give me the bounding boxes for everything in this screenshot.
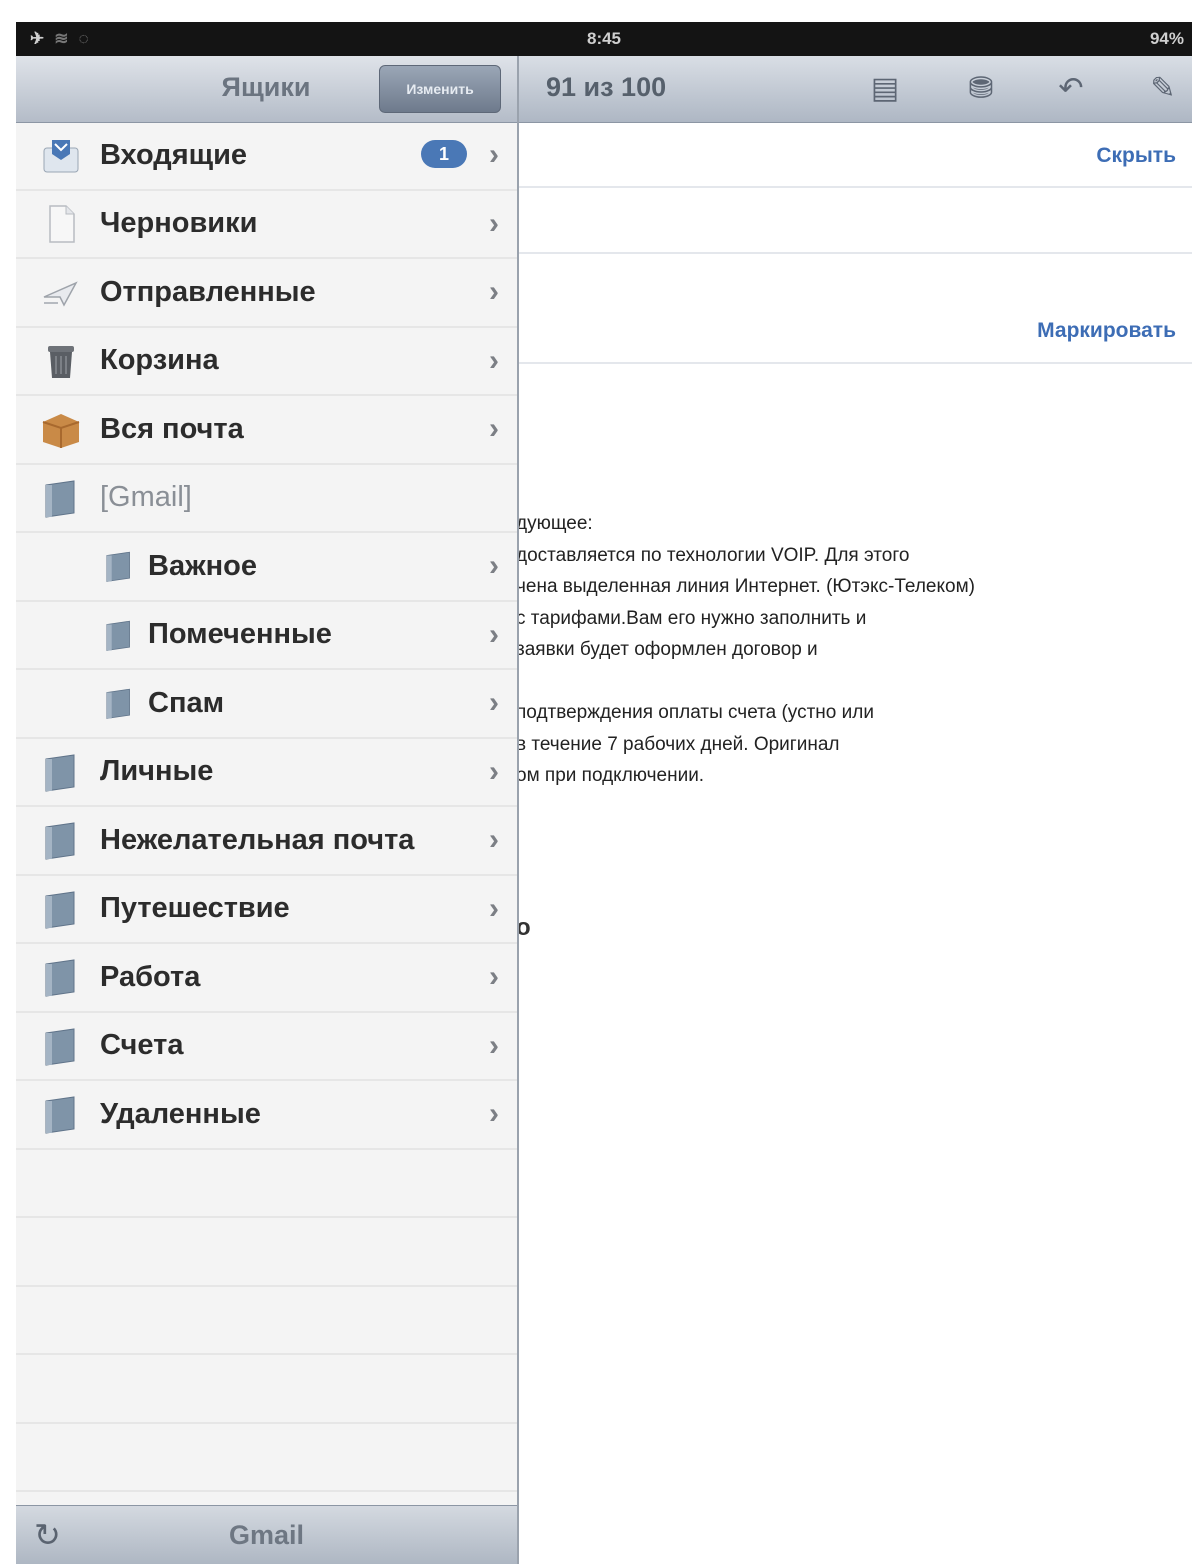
empty-row (16, 1355, 517, 1424)
status-bar: ✈ ≋ ◌ 8:45 94% (16, 22, 1192, 56)
chevron-right-icon: › (489, 1028, 499, 1062)
mailbox-label: Вся почта (100, 412, 244, 445)
folder-icon (102, 618, 136, 652)
chevron-right-icon: › (489, 549, 499, 583)
body-line: с тарифами.Вам его нужно заполнить и (516, 607, 867, 629)
all-mail-icon (40, 408, 82, 450)
folder-icon (102, 549, 136, 583)
mailbox-sent[interactable]: Отправленные › (16, 259, 517, 328)
chevron-right-icon: › (489, 1097, 499, 1131)
body-line: в течение 7 рабочих дней. Оригинал (516, 733, 840, 755)
mailbox-label: Черновики (100, 207, 258, 240)
folder-icon (40, 888, 82, 930)
mailbox-important[interactable]: Важное › (16, 533, 517, 602)
compose-icon[interactable]: ✎ (1144, 70, 1182, 108)
mailbox-label: Помеченные (148, 618, 332, 651)
body-line (516, 666, 1186, 698)
folder-icon (40, 1093, 82, 1135)
mailbox-label: Путешествие (100, 892, 290, 925)
status-time: 8:45 (586, 29, 622, 48)
divider (516, 362, 1192, 364)
mailboxes-panel: Ящики Изменить Входящие 1 › Черновики › (16, 56, 519, 1564)
edit-button[interactable]: Изменить (379, 65, 501, 113)
body-line: ом при подключении. (516, 765, 705, 786)
inbox-icon (40, 134, 82, 176)
mailbox-bills[interactable]: Счета › (16, 1013, 517, 1081)
account-name: Gmail (228, 1520, 305, 1550)
mailbox-drafts[interactable]: Черновики › (16, 191, 517, 259)
empty-row (16, 1218, 517, 1287)
mailbox-label: Личные (100, 755, 214, 788)
chevron-right-icon: › (489, 823, 499, 857)
chevron-right-icon: › (489, 275, 499, 309)
chevron-right-icon: › (489, 617, 499, 651)
mailbox-label: Спам (148, 686, 225, 719)
chevron-right-icon: › (489, 412, 499, 446)
mailbox-travel[interactable]: Путешествие › (16, 876, 517, 944)
message-toolbar: 91 из 100 ▤ ⛃ ↶ ✎ (516, 56, 1192, 123)
chevron-right-icon: › (489, 343, 499, 377)
folder-icon (40, 1025, 82, 1067)
mailbox-label: Нежелательная почта (100, 823, 415, 856)
chevron-right-icon: › (489, 960, 499, 994)
sent-icon (40, 271, 82, 313)
chevron-right-icon: › (489, 206, 499, 240)
mailbox-label: Удаленные (100, 1097, 261, 1130)
divider (516, 252, 1192, 254)
drafts-icon (40, 203, 82, 245)
reply-icon[interactable]: ↶ (1052, 70, 1090, 108)
mailbox-trash[interactable]: Корзина › (16, 328, 517, 396)
body-line: заявки будет оформлен договор и (516, 639, 818, 660)
ipad-mail-screen: ✈ ≋ ◌ 8:45 94% 91 из 100 ▤ ⛃ ↶ ✎ Скрыть … (0, 0, 1192, 1564)
body-line: дующее: (516, 513, 593, 534)
mailbox-label: Работа (100, 960, 201, 993)
chevron-right-icon: › (489, 891, 499, 925)
body-line: доставляется по технологии VOIP. Для это… (516, 544, 910, 566)
mailbox-junk[interactable]: Нежелательная почта › (16, 807, 517, 876)
folder-icon (40, 477, 82, 519)
message-counter: 91 из 100 (546, 72, 667, 102)
message-view: 91 из 100 ▤ ⛃ ↶ ✎ Скрыть Маркировать дую… (516, 56, 1192, 1564)
mailbox-starred[interactable]: Помеченные › (16, 602, 517, 670)
mailbox-work[interactable]: Работа › (16, 944, 517, 1013)
mailbox-label: Важное (148, 549, 257, 582)
mailbox-gmail-group[interactable]: [Gmail] (16, 465, 517, 533)
hide-details-link[interactable]: Скрыть (1096, 144, 1176, 168)
move-folder-icon[interactable]: ▤ (866, 70, 904, 108)
chevron-right-icon: › (489, 754, 499, 788)
body-line: чена выделенная линия Интернет. (Ютэкс-Т… (516, 576, 975, 597)
mark-link[interactable]: Маркировать (1037, 319, 1176, 343)
mailbox-spam[interactable]: Спам › (16, 670, 517, 739)
folder-icon (40, 751, 82, 793)
divider (516, 186, 1192, 188)
mailbox-label: Корзина (100, 344, 219, 377)
mailbox-list: Входящие 1 › Черновики › Отправленные › (16, 122, 517, 1561)
mailbox-label: [Gmail] (100, 481, 192, 514)
mailbox-inbox[interactable]: Входящие 1 › (16, 122, 517, 191)
mailbox-all-mail[interactable]: Вся почта › (16, 396, 517, 465)
unread-badge: 1 (421, 140, 467, 168)
trash-icon (40, 340, 82, 382)
battery-level: 94% (1149, 29, 1184, 48)
folder-icon (102, 686, 136, 720)
empty-row (16, 1287, 517, 1355)
trash-button-icon[interactable]: ⛃ (962, 70, 1000, 108)
mailbox-personal[interactable]: Личные › (16, 739, 517, 807)
mailbox-deleted[interactable]: Удаленные › (16, 1081, 517, 1150)
mailbox-label: Отправленные (100, 275, 316, 308)
folder-icon (40, 956, 82, 998)
chevron-right-icon: › (489, 138, 499, 172)
mailbox-label: Входящие (100, 138, 248, 171)
empty-row (16, 1424, 517, 1492)
folder-icon (40, 819, 82, 861)
mailbox-label: Счета (100, 1029, 184, 1062)
panel-footer: ↻ Gmail (16, 1505, 517, 1564)
body-line: подтверждения оплаты счета (устно или (516, 702, 874, 723)
chevron-right-icon: › (489, 686, 499, 720)
empty-row (16, 1150, 517, 1218)
mailboxes-header: Ящики Изменить (16, 56, 517, 123)
message-body: дующее: доставляется по технологии VOIP.… (516, 508, 1186, 792)
